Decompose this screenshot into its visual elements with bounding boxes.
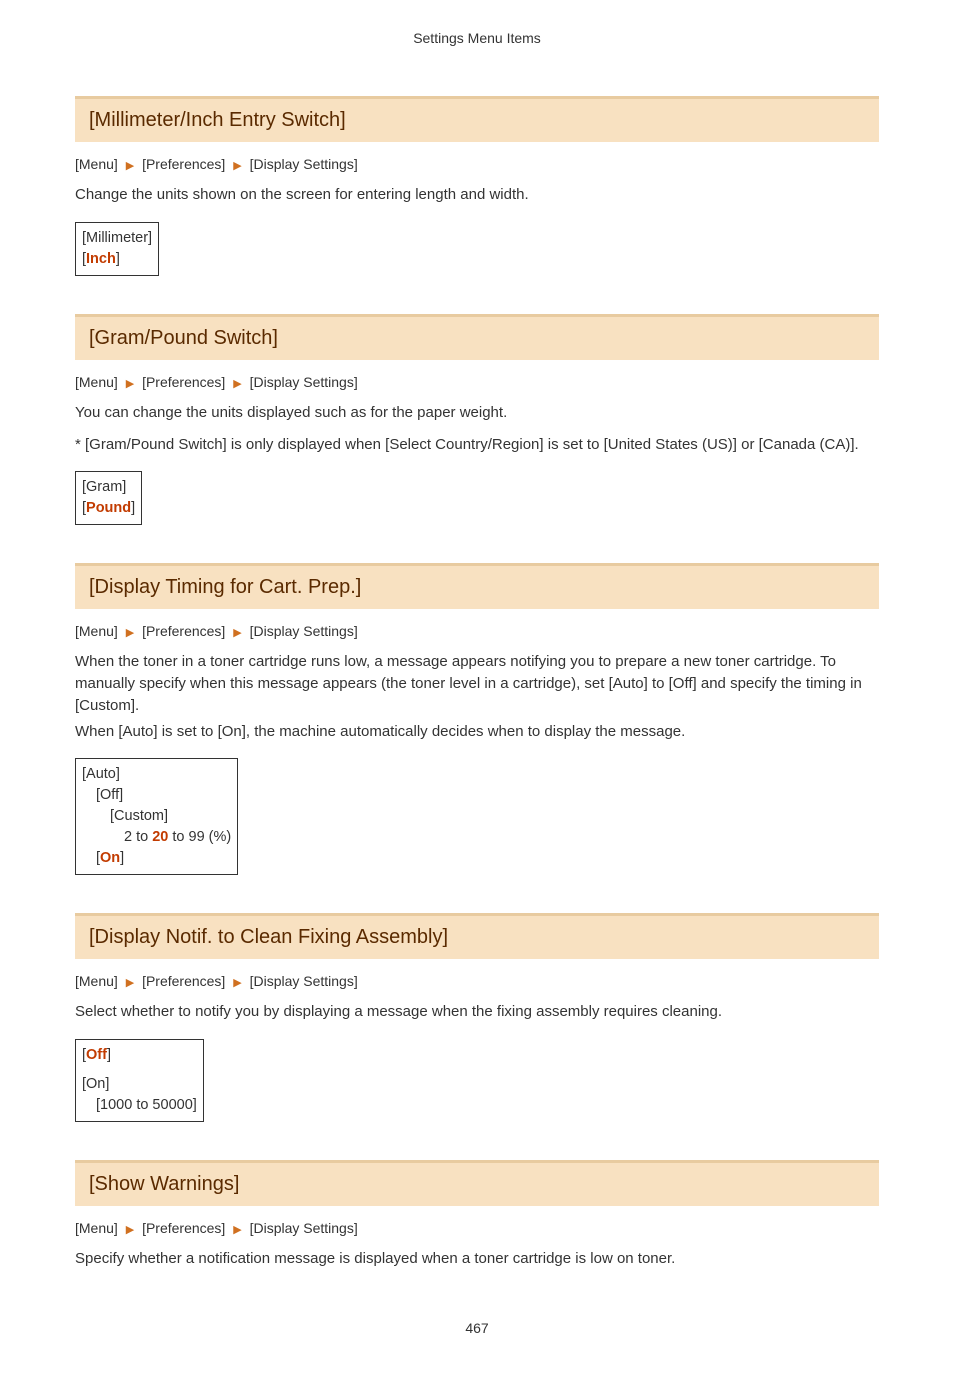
- breadcrumb-preferences: [Preferences]: [142, 374, 225, 390]
- option-auto: [Auto]: [82, 764, 231, 785]
- breadcrumb-display-settings: [Display Settings]: [250, 973, 358, 989]
- default-value: Pound: [86, 500, 131, 516]
- options-box: [Millimeter] [Inch]: [75, 222, 159, 276]
- chevron-right-icon: ▶: [126, 626, 134, 639]
- section-heading-mm-inch: [Millimeter/Inch Entry Switch]: [75, 96, 879, 142]
- section-description: Specify whether a notification message i…: [75, 1248, 879, 1270]
- option-on: [On]: [82, 1074, 197, 1095]
- option-inch: [Inch]: [82, 249, 152, 270]
- chevron-right-icon: ▶: [126, 1223, 134, 1236]
- section-heading-gram-pound: [Gram/Pound Switch]: [75, 314, 879, 360]
- option-pound: [Pound]: [82, 498, 135, 519]
- page-container: Settings Menu Items [Millimeter/Inch Ent…: [0, 0, 954, 1376]
- chevron-right-icon: ▶: [126, 159, 134, 172]
- chevron-right-icon: ▶: [233, 1223, 241, 1236]
- page-header-title: Settings Menu Items: [75, 30, 879, 46]
- breadcrumb: [Menu] ▶ [Preferences] ▶ [Display Settin…: [75, 623, 879, 639]
- option-custom: [Custom]: [82, 806, 231, 827]
- section-heading-clean-fixing: [Display Notif. to Clean Fixing Assembly…: [75, 913, 879, 959]
- breadcrumb-display-settings: [Display Settings]: [250, 623, 358, 639]
- options-box: [Auto] [Off] [Custom] 2 to 20 to 99 (%) …: [75, 758, 238, 875]
- breadcrumb-preferences: [Preferences]: [142, 1220, 225, 1236]
- breadcrumb-preferences: [Preferences]: [142, 973, 225, 989]
- chevron-right-icon: ▶: [126, 377, 134, 390]
- breadcrumb: [Menu] ▶ [Preferences] ▶ [Display Settin…: [75, 1220, 879, 1236]
- chevron-right-icon: ▶: [233, 976, 241, 989]
- breadcrumb-menu: [Menu]: [75, 623, 118, 639]
- option-millimeter: [Millimeter]: [82, 228, 152, 249]
- breadcrumb-menu: [Menu]: [75, 374, 118, 390]
- breadcrumb: [Menu] ▶ [Preferences] ▶ [Display Settin…: [75, 973, 879, 989]
- option-custom-range: 2 to 20 to 99 (%): [82, 827, 231, 848]
- breadcrumb-display-settings: [Display Settings]: [250, 156, 358, 172]
- breadcrumb-menu: [Menu]: [75, 156, 118, 172]
- breadcrumb: [Menu] ▶ [Preferences] ▶ [Display Settin…: [75, 374, 879, 390]
- chevron-right-icon: ▶: [233, 159, 241, 172]
- default-value: On: [100, 850, 120, 866]
- default-value: Off: [86, 1047, 107, 1063]
- section-heading-show-warnings: [Show Warnings]: [75, 1160, 879, 1206]
- chevron-right-icon: ▶: [233, 626, 241, 639]
- option-off: [Off]: [82, 1045, 197, 1066]
- options-box: [Gram] [Pound]: [75, 471, 142, 525]
- section-description: Select whether to notify you by displayi…: [75, 1001, 879, 1023]
- option-off: [Off]: [82, 785, 231, 806]
- breadcrumb-display-settings: [Display Settings]: [250, 374, 358, 390]
- breadcrumb-menu: [Menu]: [75, 1220, 118, 1236]
- breadcrumb-menu: [Menu]: [75, 973, 118, 989]
- section-description: You can change the units displayed such …: [75, 402, 879, 424]
- default-value: 20: [152, 829, 168, 845]
- section-heading-cart-prep: [Display Timing for Cart. Prep.]: [75, 563, 879, 609]
- breadcrumb-display-settings: [Display Settings]: [250, 1220, 358, 1236]
- section-description: Change the units shown on the screen for…: [75, 184, 879, 206]
- chevron-right-icon: ▶: [233, 377, 241, 390]
- option-on: [On]: [82, 848, 231, 869]
- breadcrumb-preferences: [Preferences]: [142, 156, 225, 172]
- page-number: 467: [75, 1320, 879, 1336]
- option-gram: [Gram]: [82, 477, 135, 498]
- section-note: * [Gram/Pound Switch] is only displayed …: [75, 434, 879, 456]
- section-description: When the toner in a toner cartridge runs…: [75, 651, 879, 716]
- option-on-range: [1000 to 50000]: [82, 1095, 197, 1116]
- options-box: [Off] [On] [1000 to 50000]: [75, 1039, 204, 1122]
- default-value: Inch: [86, 251, 116, 267]
- breadcrumb: [Menu] ▶ [Preferences] ▶ [Display Settin…: [75, 156, 879, 172]
- breadcrumb-preferences: [Preferences]: [142, 623, 225, 639]
- section-description: When [Auto] is set to [On], the machine …: [75, 721, 879, 743]
- chevron-right-icon: ▶: [126, 976, 134, 989]
